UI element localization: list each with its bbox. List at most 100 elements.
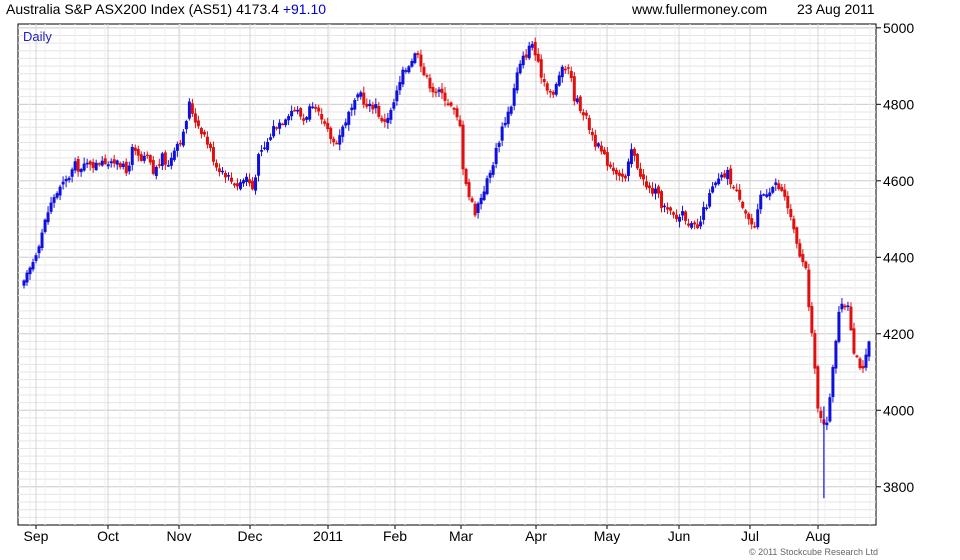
candle-body: [374, 104, 378, 109]
candle-body: [684, 211, 688, 221]
candle-body: [359, 92, 363, 97]
candle-body: [521, 55, 525, 66]
candle-body: [657, 186, 661, 194]
candle-body: [163, 152, 167, 165]
candle-body: [849, 306, 853, 331]
candle-body: [536, 53, 540, 62]
candle-body: [380, 117, 384, 122]
candle-body: [55, 193, 59, 198]
candle-body: [828, 397, 832, 422]
candle-body: [617, 172, 621, 176]
candle-body: [172, 150, 176, 160]
candle-body: [660, 191, 664, 208]
candle-body: [326, 123, 330, 130]
candle-body: [40, 232, 44, 248]
candle-body: [130, 146, 134, 165]
candle-body: [467, 182, 471, 198]
candle-body: [416, 53, 420, 55]
candle-body: [112, 159, 116, 164]
candle-body: [443, 92, 447, 101]
candle-body: [211, 147, 215, 162]
candle-body: [82, 163, 86, 171]
candle-body: [187, 101, 191, 119]
candle-body: [852, 328, 856, 354]
candle-body: [85, 162, 89, 165]
candle-body: [741, 201, 745, 208]
candle-body: [124, 161, 128, 174]
candle-body: [278, 122, 282, 129]
candle-body: [572, 76, 576, 102]
candle-body: [175, 143, 179, 151]
candle-body: [861, 365, 865, 369]
candle-body: [263, 147, 267, 149]
candle-body: [31, 262, 35, 270]
candle-body: [515, 72, 519, 91]
candle-body: [765, 194, 769, 197]
candle-body: [43, 219, 47, 232]
candle-body: [205, 136, 209, 145]
candle-body: [780, 187, 784, 191]
candle-body: [344, 122, 348, 126]
candle-body: [494, 147, 498, 165]
candle-body: [449, 102, 453, 106]
candle-body: [302, 118, 306, 121]
candle-body: [115, 160, 119, 165]
candle-body: [386, 117, 390, 124]
candle-body: [596, 143, 600, 147]
candle-body: [566, 67, 570, 69]
candle-body: [635, 153, 639, 169]
candle-body: [539, 59, 543, 78]
candle-body: [431, 87, 435, 93]
candle-body: [611, 167, 615, 172]
candle-body: [771, 186, 775, 193]
candle-body: [581, 112, 585, 116]
candle-body: [22, 280, 26, 286]
candle-body: [843, 305, 847, 308]
candle-body: [121, 163, 125, 167]
candle-body: [49, 202, 53, 212]
candle-body: [512, 88, 516, 106]
candle-body: [846, 305, 850, 308]
y-tick-label: 5000: [883, 20, 914, 36]
x-tick-label: Jun: [668, 528, 691, 544]
candle-body: [542, 79, 546, 83]
candle-body: [341, 126, 345, 137]
candle-body: [584, 112, 588, 116]
candle-body: [347, 111, 351, 125]
candle-body: [245, 176, 249, 182]
candle-body: [810, 306, 814, 334]
x-tick-label: Dec: [238, 528, 263, 544]
candle-body: [840, 303, 844, 310]
candle-body: [398, 82, 402, 91]
candle-body: [587, 117, 591, 131]
candle-body: [368, 103, 372, 107]
candle-body: [720, 174, 724, 178]
candle-body: [145, 154, 149, 157]
candle-body: [133, 147, 137, 151]
candle-body: [608, 164, 612, 168]
candle-body: [864, 354, 868, 368]
candle-body: [242, 180, 246, 184]
candle-body: [214, 162, 218, 168]
candle-body: [371, 105, 375, 110]
candle-body: [578, 96, 582, 111]
candle-body: [632, 148, 636, 156]
y-tick-label: 4800: [883, 96, 914, 112]
candle-body: [338, 135, 342, 145]
candle-body: [410, 60, 414, 67]
candle-body: [184, 121, 188, 130]
candle-body: [732, 186, 736, 189]
candle-body: [452, 108, 456, 110]
candle-body: [696, 224, 700, 229]
candle-body: [533, 41, 537, 56]
candle-body: [759, 194, 763, 210]
candle-body: [208, 143, 212, 149]
candle-body: [551, 91, 555, 95]
candle-body: [305, 117, 309, 120]
candle-body: [226, 175, 230, 177]
y-tick-label: 4000: [883, 402, 914, 418]
candle-body: [798, 243, 802, 257]
candle-body: [723, 173, 727, 178]
candle-body: [317, 107, 321, 112]
candle-body: [729, 168, 733, 185]
